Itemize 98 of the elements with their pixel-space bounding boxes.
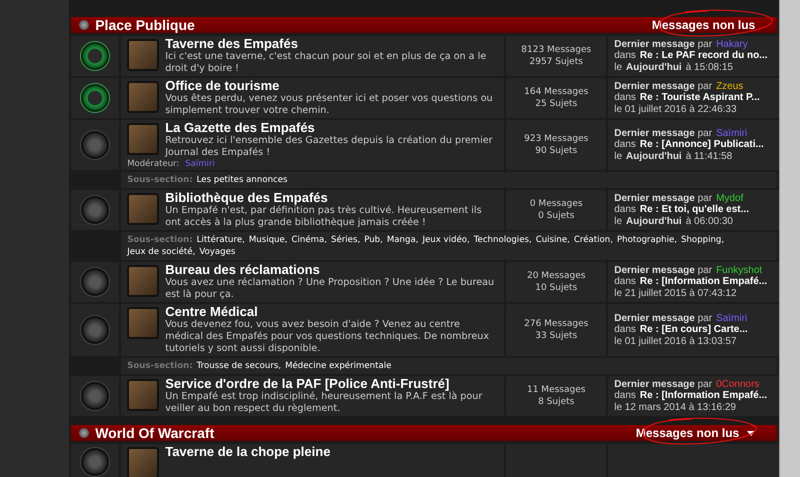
- last-post-label: Dernier message par: [614, 312, 712, 324]
- caret-icon[interactable]: [747, 430, 756, 436]
- forum-image: [127, 193, 160, 225]
- forum-description: Un Empafé n'est, par définition pas très cultivé. Heureusement ils ont accès à la plus grande bibliothèque jamais créée !: [165, 205, 483, 229]
- message-count: 0 Messages: [530, 198, 583, 210]
- in-label: dans: [614, 276, 636, 288]
- subsection-link[interactable]: Médecine expérimentale: [285, 360, 392, 372]
- in-label: dans: [614, 139, 636, 151]
- forum-description: Vous êtes perdu, venez vous présenter ici et poser vos questions ou simplement trouver votre chemin.: [165, 93, 494, 117]
- topic-link[interactable]: Re : [En cours] Carte...: [640, 324, 748, 336]
- author-link[interactable]: Funkyshot: [716, 264, 762, 276]
- forum-title[interactable]: Taverne de la chope pleine: [165, 445, 500, 459]
- post-date: le Aujourd'hui à 11:41:58: [614, 150, 734, 162]
- forum-title[interactable]: Service d'ordre de la PAF [Police Anti-Frustré]: [165, 377, 500, 391]
- forum-description: Un Empafé est trop indiscipliné, heureusement la P.A.F est là pour veiller au bon respect du règlement.: [165, 391, 484, 415]
- subsection-link[interactable]: Pub,: [364, 234, 383, 246]
- subsection-link[interactable]: Technologies,: [474, 234, 532, 246]
- forum-description: Vous avez une réclamation ? Une Proposition ? Une idée ? Le bureau est là pour ça.: [165, 277, 496, 301]
- post-date: le 21 juillet 2015 à 07:43:12: [614, 288, 738, 300]
- message-count: 923 Messages: [524, 133, 588, 145]
- topic-count: 90 Sujets: [535, 145, 578, 157]
- unread-messages-link[interactable]: Messages non lus: [636, 426, 740, 440]
- author-link[interactable]: Mydof: [716, 192, 744, 204]
- forum-title[interactable]: Bibliothèque des Empafés: [165, 191, 500, 205]
- scrollbar[interactable]: [779, 0, 800, 477]
- last-post-label: Dernier message par: [614, 128, 712, 140]
- last-post-label: Dernier message par: [614, 38, 712, 50]
- topic-link[interactable]: Re : Le PAF record du no...: [640, 50, 768, 62]
- in-label: dans: [614, 390, 636, 402]
- subsection-link[interactable]: Musique,: [248, 234, 288, 246]
- post-date: le Aujourd'hui à 06:00:30: [614, 216, 734, 228]
- topic-link[interactable]: Re : [Information Empafé...: [640, 390, 768, 402]
- topic-link[interactable]: Re : Touriste Aspirant P...: [640, 92, 760, 104]
- topic-count: 33 Sujets: [535, 330, 578, 342]
- forum-title[interactable]: Bureau des réclamations: [165, 263, 500, 277]
- last-post-label: Dernier message par: [614, 264, 712, 276]
- message-count: 20 Messages: [526, 270, 586, 282]
- subsection-link[interactable]: Shopping,: [681, 234, 724, 246]
- forum-image: [127, 39, 160, 71]
- forum-image: [127, 379, 160, 411]
- author-link[interactable]: Zzeus: [716, 80, 744, 92]
- forum-image: [127, 447, 160, 477]
- subsection-link[interactable]: Séries,: [331, 234, 360, 246]
- forum-title[interactable]: La Gazette des Empafés: [165, 121, 500, 135]
- subsection-link[interactable]: Cuisine,: [536, 234, 570, 246]
- topic-count: 25 Sujets: [535, 98, 578, 110]
- category-title[interactable]: World Of Warcraft: [95, 425, 214, 441]
- subsection-link[interactable]: Jeux de société,: [127, 246, 196, 258]
- forum-title[interactable]: Centre Médical: [165, 305, 500, 319]
- subsection-label: Sous-section:: [127, 174, 193, 186]
- message-count: 276 Messages: [524, 318, 588, 330]
- unread-messages-link[interactable]: Messages non lus: [652, 18, 756, 32]
- in-label: dans: [614, 92, 636, 104]
- category-icon: [79, 20, 90, 30]
- message-count: 8123 Messages: [521, 44, 592, 56]
- subsection-link[interactable]: Photographie,: [616, 234, 678, 246]
- last-post-label: Dernier message par: [614, 192, 712, 204]
- message-count: 164 Messages: [524, 86, 588, 98]
- forum-image: [127, 265, 160, 297]
- topic-count: 8 Sujets: [538, 396, 574, 408]
- subsection-link[interactable]: Les petites annonces: [196, 174, 288, 186]
- in-label: dans: [614, 204, 636, 216]
- moderator-label: Modérateur:: [127, 159, 180, 169]
- post-date: le 01 juillet 2016 à 22:46:33: [614, 104, 738, 116]
- subsection-link[interactable]: Littérature,: [196, 234, 245, 246]
- topic-count: 0 Sujets: [538, 210, 574, 222]
- forum-title[interactable]: Office de tourisme: [165, 79, 500, 93]
- subsection-link[interactable]: Création,: [574, 234, 613, 246]
- topic-link[interactable]: Re : Et toi, qu'elle est...: [640, 204, 749, 216]
- subsection-link[interactable]: Voyages: [199, 246, 236, 258]
- forum-image: [127, 307, 160, 339]
- forum-image: [127, 81, 160, 113]
- forum-description: Vous devenez fou, vous avez besoin d'aide ? Venez au centre médical des Empafés pour vos questions techniques. De nombreux tutoriels y sont aussi disponible.: [165, 319, 490, 355]
- topic-count: 2957 Sujets: [530, 56, 583, 68]
- subsection-label: Sous-section:: [127, 234, 193, 246]
- in-label: dans: [614, 50, 636, 62]
- post-date: le 12 mars 2014 à 13:16:29: [614, 402, 737, 414]
- forum-image: [127, 123, 160, 155]
- forum-description: Ici c'est une taverne, c'est chacun pour soi et en plus de ça on a le droit d'y boire !: [165, 51, 488, 75]
- topic-count: 10 Sujets: [535, 282, 578, 294]
- topic-link[interactable]: Re : [Information Empafé...: [640, 276, 768, 288]
- forum-title[interactable]: Taverne des Empafés: [165, 37, 500, 51]
- post-date: le 01 juillet 2016 à 13:03:57: [614, 336, 738, 348]
- author-link[interactable]: 0Connors: [716, 378, 760, 390]
- forum-description: Retrouvez ici l'ensemble des Gazettes depuis la création du premier Journal des Empafés !: [165, 135, 494, 159]
- subsection-link[interactable]: Cinéma,: [292, 234, 328, 246]
- subsection-label: Sous-section:: [127, 360, 193, 372]
- last-post-label: Dernier message par: [614, 80, 712, 92]
- message-count: 11 Messages: [526, 384, 586, 396]
- subsection-link[interactable]: Manga,: [386, 234, 418, 246]
- topic-link[interactable]: Re : [Annonce] Publicati...: [640, 139, 764, 151]
- subsection-link[interactable]: Jeux vidéo,: [422, 234, 470, 246]
- last-post-label: Dernier message par: [614, 378, 712, 390]
- post-date: le Aujourd'hui à 15:08:15: [614, 62, 734, 74]
- subsection-link[interactable]: Trousse de secours,: [196, 360, 282, 372]
- category-icon: [79, 428, 90, 438]
- category-title[interactable]: Place Publique: [95, 17, 195, 33]
- in-label: dans: [614, 324, 636, 336]
